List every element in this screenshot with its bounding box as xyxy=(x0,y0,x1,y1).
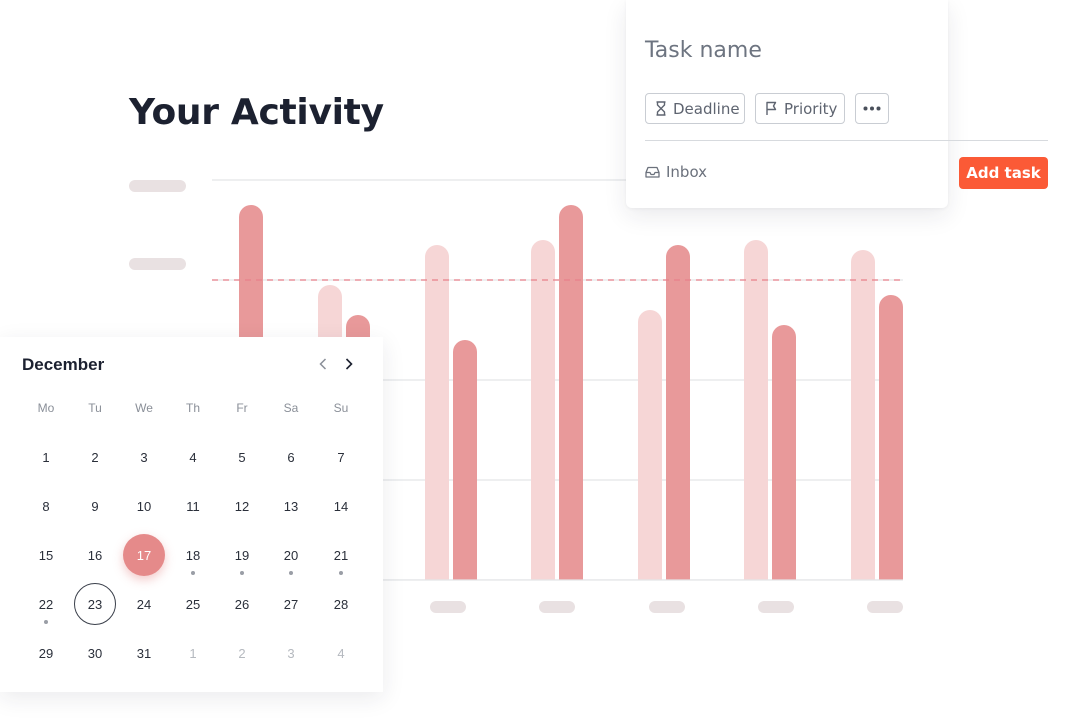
calendar-day[interactable]: 15 xyxy=(25,534,67,576)
calendar-day[interactable]: 30 xyxy=(74,632,116,674)
more-options-button[interactable] xyxy=(855,93,889,124)
flag-icon xyxy=(766,101,777,115)
y-axis-label-placeholder-1 xyxy=(129,180,186,192)
project-selector[interactable]: Inbox xyxy=(645,163,707,181)
event-indicator-dot xyxy=(289,571,293,575)
event-indicator-dot xyxy=(44,620,48,624)
calendar-day[interactable]: 7 xyxy=(320,436,362,478)
next-month-button[interactable] xyxy=(340,355,358,373)
calendar-day[interactable]: 2 xyxy=(74,436,116,478)
deadline-label: Deadline xyxy=(673,99,740,118)
weekday-header: Mo xyxy=(37,401,55,415)
chevron-right-icon xyxy=(345,358,353,370)
calendar-day[interactable]: 26 xyxy=(221,583,263,625)
calendar-day[interactable]: 9 xyxy=(74,485,116,527)
bar-series2-7 xyxy=(879,295,903,592)
bar-series1-4 xyxy=(531,240,555,592)
calendar-day[interactable]: 31 xyxy=(123,632,165,674)
calendar-day[interactable]: 6 xyxy=(270,436,312,478)
calendar-day[interactable]: 21 xyxy=(320,534,362,576)
event-indicator-dot xyxy=(240,571,244,575)
weekday-header: Fr xyxy=(236,401,248,415)
bar-series1-3 xyxy=(425,245,449,592)
weekday-header: Sa xyxy=(283,401,299,415)
page-title: Your Activity xyxy=(129,92,384,133)
calendar-day[interactable]: 16 xyxy=(74,534,116,576)
priority-button[interactable]: Priority xyxy=(755,93,845,124)
x-axis-label-placeholder-4 xyxy=(758,601,794,613)
bar-series1-6 xyxy=(744,240,768,592)
calendar-day[interactable]: 2 xyxy=(221,632,263,674)
calendar-day[interactable]: 14 xyxy=(320,485,362,527)
calendar-day[interactable]: 20 xyxy=(270,534,312,576)
weekday-header: We xyxy=(135,401,153,415)
calendar-day[interactable]: 28 xyxy=(320,583,362,625)
calendar-day[interactable]: 13 xyxy=(270,485,312,527)
add-task-button[interactable]: Add task xyxy=(959,157,1048,189)
inbox-icon xyxy=(645,166,660,178)
x-axis-label-placeholder-1 xyxy=(430,601,466,613)
bar-series2-4 xyxy=(559,205,583,592)
calendar-day[interactable]: 4 xyxy=(320,632,362,674)
ellipsis-icon xyxy=(863,106,881,111)
bar-series1-5 xyxy=(638,310,662,592)
chevron-left-icon xyxy=(319,358,327,370)
calendar-day[interactable]: 17 xyxy=(123,534,165,576)
x-axis-label-placeholder-3 xyxy=(649,601,685,613)
event-indicator-dot xyxy=(339,571,343,575)
deadline-button[interactable]: Deadline xyxy=(645,93,745,124)
task-card-divider xyxy=(645,140,1048,141)
x-axis-label-placeholder-5 xyxy=(867,601,903,613)
calendar-day[interactable]: 1 xyxy=(25,436,67,478)
x-axis-label-placeholder-2 xyxy=(539,601,575,613)
calendar-day[interactable]: 24 xyxy=(123,583,165,625)
task-name-field[interactable]: Task name xyxy=(645,38,762,63)
calendar-day[interactable]: 11 xyxy=(172,485,214,527)
calendar-day[interactable]: 19 xyxy=(221,534,263,576)
y-axis-label-placeholder-2 xyxy=(129,258,186,270)
weekday-header: Su xyxy=(333,401,349,415)
calendar-day[interactable]: 1 xyxy=(172,632,214,674)
calendar-day[interactable]: 25 xyxy=(172,583,214,625)
calendar-day[interactable]: 29 xyxy=(25,632,67,674)
inbox-label: Inbox xyxy=(666,163,708,181)
calendar-day[interactable]: 5 xyxy=(221,436,263,478)
calendar-day[interactable]: 12 xyxy=(221,485,263,527)
calendar-day[interactable]: 22 xyxy=(25,583,67,625)
chart-x-label-placeholders xyxy=(430,601,903,613)
bar-series1-7 xyxy=(851,250,875,592)
bar-series2-3 xyxy=(453,340,477,592)
weekday-header: Th xyxy=(185,401,200,415)
calendar-day[interactable]: 10 xyxy=(123,485,165,527)
calendar-day[interactable]: 3 xyxy=(270,632,312,674)
calendar-day[interactable]: 3 xyxy=(123,436,165,478)
hourglass-icon xyxy=(656,101,666,116)
priority-label: Priority xyxy=(784,99,838,118)
weekday-header: Tu xyxy=(88,401,102,415)
chart-y-label-placeholders xyxy=(129,180,186,270)
calendar-day[interactable]: 4 xyxy=(172,436,214,478)
calendar-day[interactable]: 8 xyxy=(25,485,67,527)
previous-month-button[interactable] xyxy=(314,355,332,373)
calendar-day[interactable]: 18 xyxy=(172,534,214,576)
calendar-month: December xyxy=(22,355,105,374)
calendar-day[interactable]: 27 xyxy=(270,583,312,625)
bar-series2-5 xyxy=(666,245,690,592)
bar-series2-6 xyxy=(772,325,796,592)
calendar-day[interactable]: 23 xyxy=(74,583,116,625)
event-indicator-dot xyxy=(191,571,195,575)
